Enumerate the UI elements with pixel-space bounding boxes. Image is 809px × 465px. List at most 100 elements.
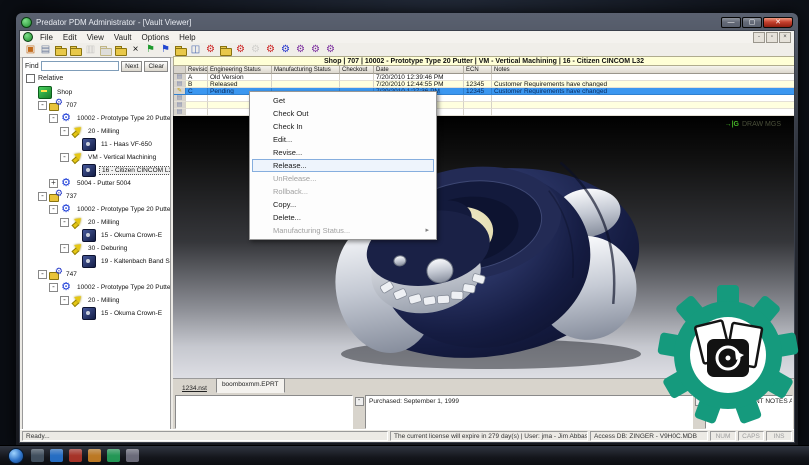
context-menu: GetCheck OutCheck InEdit...Revise...Rele… xyxy=(249,91,437,240)
table-cell: B xyxy=(186,81,208,88)
context-menu-delete[interactable]: Delete... xyxy=(252,211,434,224)
context-menu-release[interactable]: Release... xyxy=(252,159,434,172)
tree-item[interactable]: -747 xyxy=(25,268,170,281)
row-icon-cell: ▤ xyxy=(174,109,186,116)
row-icon-cell: ▤ xyxy=(174,95,186,102)
context-menu-edit[interactable]: Edit... xyxy=(252,133,434,146)
open-folder-icon[interactable] xyxy=(174,44,187,56)
purchase-collapse-button[interactable]: - xyxy=(355,397,364,406)
tree-item[interactable]: 15 - Okuma Crown-E xyxy=(25,307,170,320)
menu-help[interactable]: Help xyxy=(174,33,200,42)
doc-tab-1[interactable]: 1234.nst xyxy=(177,384,212,393)
report-window-icon[interactable]: ◫ xyxy=(189,44,202,56)
tree-item[interactable]: -737 xyxy=(25,190,170,203)
tree-item[interactable]: -10002 - Prototype Type 20 Putter xyxy=(25,281,170,294)
gear-red-1-icon[interactable]: ⚙ xyxy=(204,44,217,56)
doc-tab-2[interactable]: boomboxmm.EPRT xyxy=(216,378,285,393)
tree-item[interactable]: 16 - Citizen CINCOM L32 xyxy=(25,164,170,177)
tree-item-label: 10002 - Prototype Type 20 Putter xyxy=(75,206,170,213)
menu-file[interactable]: File xyxy=(35,33,58,42)
context-menu-check-out[interactable]: Check Out xyxy=(252,107,434,120)
tree-expander-minus[interactable]: - xyxy=(49,114,58,123)
gear-red-3-icon[interactable]: ⚙ xyxy=(264,44,277,56)
tree-expander-minus[interactable]: - xyxy=(38,101,47,110)
context-menu-check-in[interactable]: Check In xyxy=(252,120,434,133)
machine-icon xyxy=(82,229,96,242)
table-row[interactable]: ▤BReleased7/20/2010 12:44:55 PM12345Cust… xyxy=(174,81,795,88)
context-menu-get[interactable]: Get xyxy=(252,94,434,107)
tree-item[interactable]: - 10002 - Prototype Type 20 Putter xyxy=(25,203,170,216)
tree-item[interactable]: +5004 - Putter 5004 xyxy=(25,177,170,190)
tree-expander-minus[interactable]: - xyxy=(60,218,69,227)
tree-expander-plus[interactable]: + xyxy=(49,179,58,188)
start-button[interactable] xyxy=(8,448,24,464)
relative-checkbox[interactable] xyxy=(26,74,35,83)
edit-document-icon[interactable] xyxy=(69,44,82,56)
menu-view[interactable]: View xyxy=(82,33,109,42)
gear-purple-3-icon[interactable]: ⚙ xyxy=(324,44,337,56)
check-out-icon[interactable]: ⚑ xyxy=(144,44,157,56)
tree-expander-minus[interactable]: - xyxy=(49,205,58,214)
tree-item[interactable]: 15 - Okuma Crown-E xyxy=(25,229,170,242)
taskbar-app-3[interactable] xyxy=(69,449,82,462)
tree-expander-minus[interactable]: - xyxy=(38,192,47,201)
properties-icon[interactable]: ▤ xyxy=(39,44,52,56)
taskbar-app-6[interactable] xyxy=(126,449,139,462)
tree-expander-minus[interactable]: - xyxy=(49,283,58,292)
tree-item[interactable]: -30 - Deburing xyxy=(25,242,170,255)
mdi-minimize-button[interactable]: - xyxy=(753,32,765,43)
folder-gear-icon[interactable] xyxy=(219,44,232,56)
gear-purple-2-icon[interactable]: ⚙ xyxy=(309,44,322,56)
context-menu-revise[interactable]: Revise... xyxy=(252,146,434,159)
taskbar-app-2[interactable] xyxy=(50,449,63,462)
gear-purple-1-icon[interactable]: ⚙ xyxy=(294,44,307,56)
mdi-close-button[interactable]: × xyxy=(779,32,791,43)
find-clear-button[interactable]: Clear xyxy=(144,61,168,72)
document-list-panel xyxy=(175,395,353,429)
check-in-icon[interactable]: ⚑ xyxy=(159,44,172,56)
tree-item[interactable]: 11 - Haas VF-650 xyxy=(25,138,170,151)
vault-viewer-icon[interactable]: ▣ xyxy=(24,44,37,56)
tree-expander-minus[interactable]: - xyxy=(60,244,69,253)
gear-red-2-icon[interactable]: ⚙ xyxy=(234,44,247,56)
grid-icon: ▤ xyxy=(177,74,183,80)
tree-expander-minus[interactable]: - xyxy=(60,127,69,136)
gear-blue-icon[interactable]: ⚙ xyxy=(279,44,292,56)
minimize-button[interactable]: — xyxy=(721,17,741,28)
machine-icon xyxy=(82,164,96,177)
menu-edit[interactable]: Edit xyxy=(58,33,82,42)
mdi-restore-button[interactable]: ▫ xyxy=(766,32,778,43)
context-menu-copy[interactable]: Copy... xyxy=(252,198,434,211)
tree-item[interactable]: Shop xyxy=(25,86,170,99)
open-vault-icon[interactable] xyxy=(54,44,67,56)
table-cell: 12345 xyxy=(464,81,492,88)
taskbar-app-4[interactable] xyxy=(88,449,101,462)
tree-expander-minus[interactable]: - xyxy=(60,153,69,162)
tree-expander-minus[interactable]: - xyxy=(60,296,69,305)
folder-shape xyxy=(175,48,187,56)
taskbar-app-1[interactable] xyxy=(31,449,44,462)
taskbar-app-5[interactable] xyxy=(107,449,120,462)
tree-item[interactable]: -20 - Milling xyxy=(25,294,170,307)
tree-item[interactable]: 19 - Kaltenbach Band Saw xyxy=(25,255,170,268)
new-folder-icon[interactable] xyxy=(114,44,127,56)
table-cell: C xyxy=(186,88,208,95)
maximize-button[interactable]: ▢ xyxy=(742,17,762,28)
close-button[interactable]: ✕ xyxy=(763,17,793,28)
vault-safe-icon xyxy=(707,339,749,377)
menu-options[interactable]: Options xyxy=(137,33,175,42)
delete-icon[interactable]: × xyxy=(129,44,142,56)
tree-item[interactable]: -10002 - Prototype Type 20 Putter xyxy=(25,112,170,125)
tree-expander-minus[interactable]: - xyxy=(38,270,47,279)
tree-item[interactable]: -20 - Milling xyxy=(25,125,170,138)
tree-item[interactable]: -20 - Milling xyxy=(25,216,170,229)
tree-item[interactable]: -707 xyxy=(25,99,170,112)
title-bar[interactable]: Predator PDM Administrator - [Vault View… xyxy=(19,15,795,30)
part-icon xyxy=(60,113,72,124)
find-input[interactable] xyxy=(41,61,119,71)
find-next-button[interactable]: Next xyxy=(121,61,142,72)
menu-vault[interactable]: Vault xyxy=(109,33,137,42)
tree-item[interactable]: -VM - Vertical Machining xyxy=(25,151,170,164)
table-row[interactable]: ▤AOld Version7/20/2010 12:39:46 PM xyxy=(174,74,795,81)
folder-shape xyxy=(220,48,232,56)
